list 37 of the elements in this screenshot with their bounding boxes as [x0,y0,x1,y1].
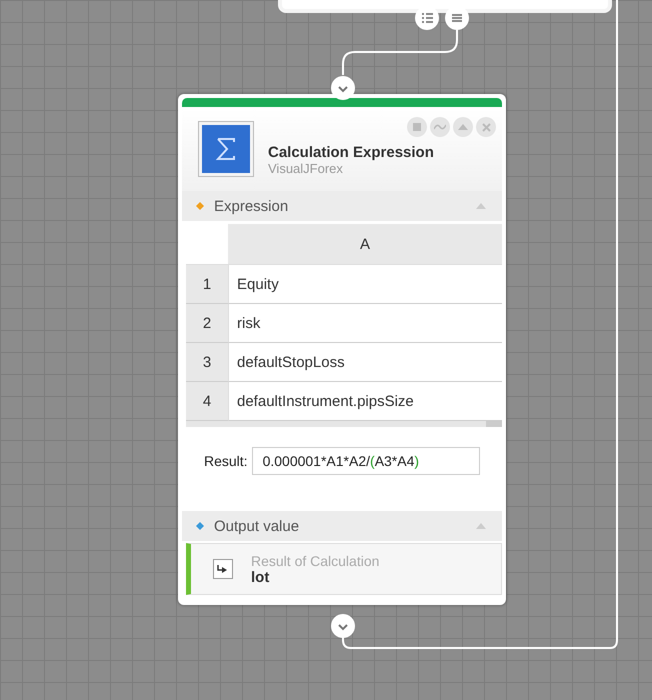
stop-button[interactable] [407,117,427,137]
row-number: 3 [186,343,228,382]
section-title: Output value [214,518,300,534]
result-label: Result: [204,453,248,469]
diamond-icon [196,522,204,530]
diamond-icon [196,202,204,210]
close-button[interactable] [476,117,496,137]
wave-icon [434,123,446,131]
chevron-port-icon[interactable] [330,613,356,639]
section-header[interactable]: Expression [182,191,502,221]
output-icon [213,559,233,579]
chevron-port-icon[interactable] [330,75,356,101]
node-card[interactable]: Calculation Expression VisualJForex Expression A 1 Equity 2 risk 3 defaultStopLoss 4 defaultInstrument.pipsSize Result: 0.000001*A1*A2/(A3*A4) Output value Result of Calculation lot [178,94,506,605]
collapse-icon[interactable] [476,523,486,529]
sigma-icon [198,121,254,177]
output-item[interactable]: Result of Calculation lot [186,543,502,595]
result-field[interactable]: 0.000001*A1*A2/(A3*A4) [252,447,480,475]
output-value: lot [251,568,270,586]
table-cell[interactable]: risk [228,304,502,343]
wave-button[interactable] [430,117,450,137]
collapse-icon[interactable] [476,203,486,209]
table-cell[interactable]: defaultStopLoss [228,343,502,382]
section-header[interactable]: Output value [182,511,502,541]
row-number: 2 [186,304,228,343]
row-number: 1 [186,265,228,304]
scrollbar[interactable] [186,421,502,427]
row-number: 4 [186,382,228,421]
section-title: Expression [214,198,290,214]
node-title: Calculation Expression [268,144,434,161]
square-icon [413,123,421,131]
table-cell[interactable]: Equity [228,265,502,304]
node-subtitle: VisualJForex [268,161,344,176]
output-label: Result of Calculation [251,552,380,568]
column-header: A [228,224,502,265]
triangle-icon [458,124,468,130]
close-icon [482,122,490,132]
collapse-button[interactable] [453,117,473,137]
